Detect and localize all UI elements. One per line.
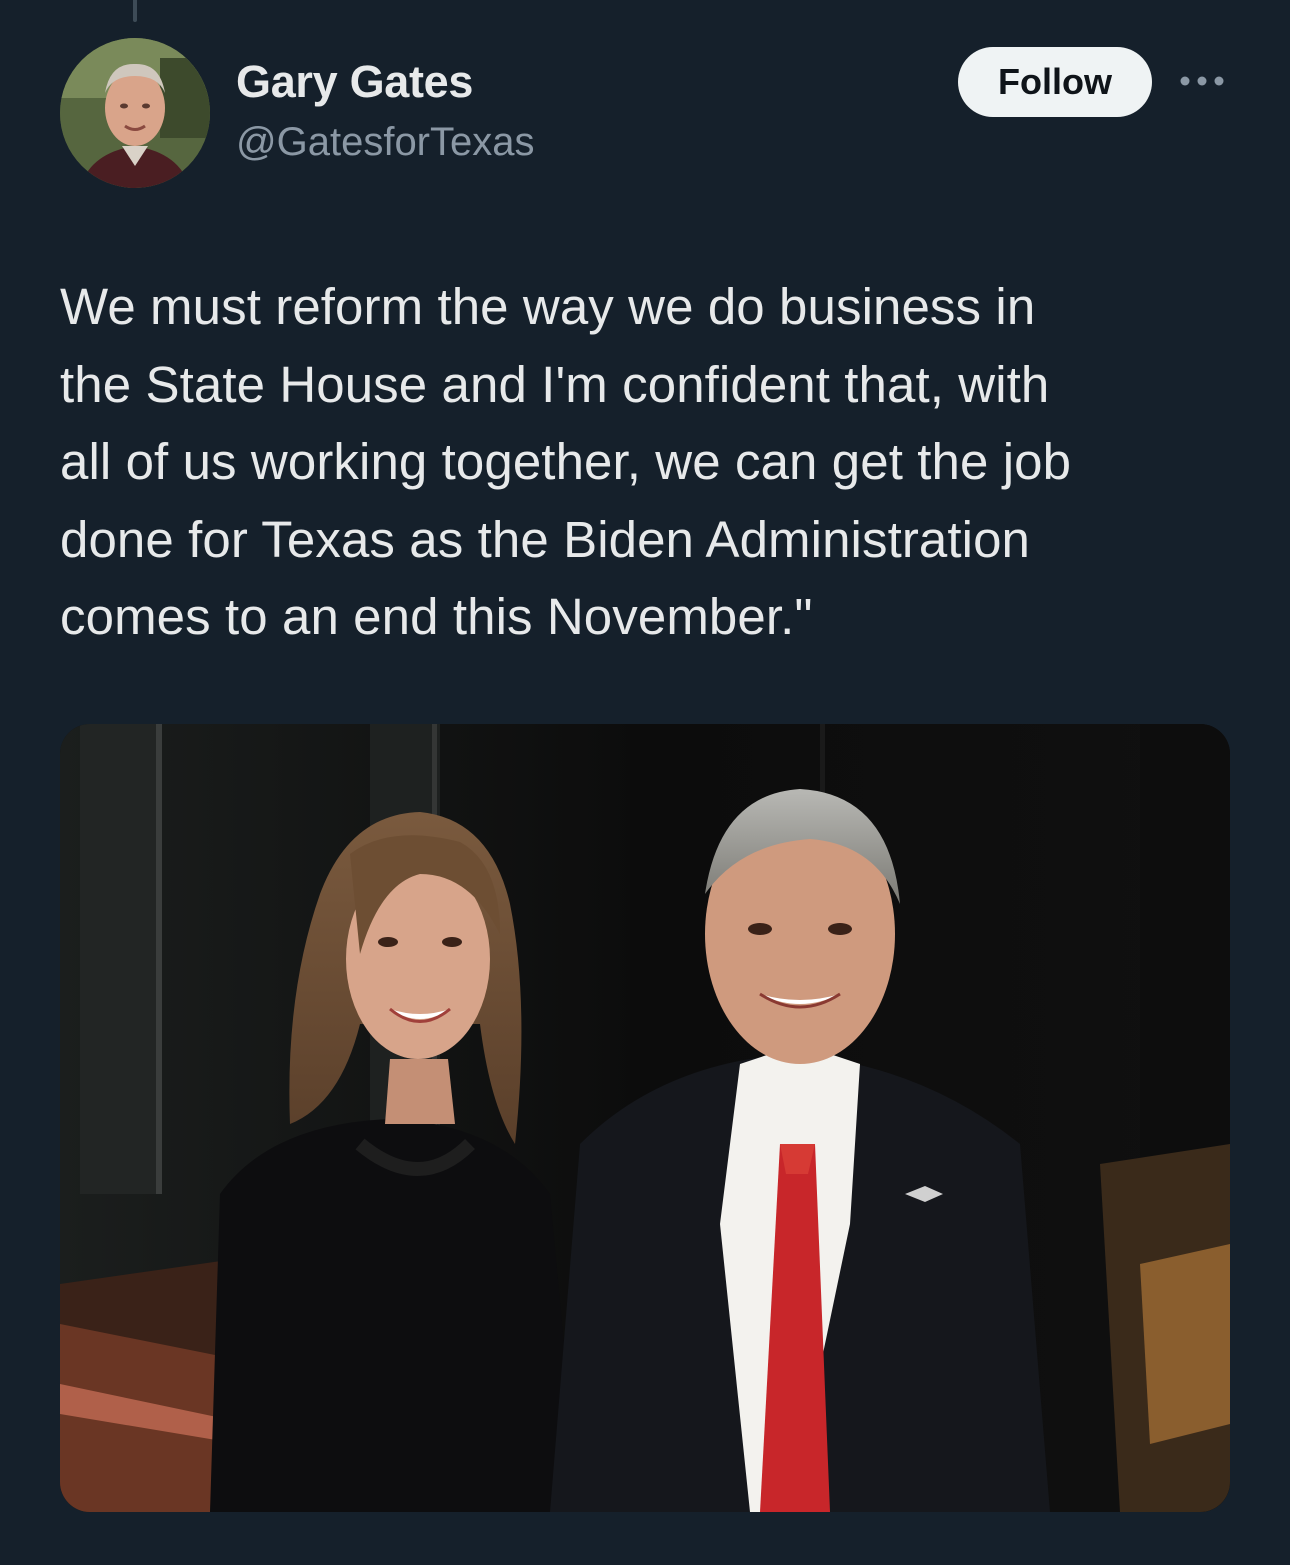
author-block[interactable]: Gary Gates @GatesforTexas	[236, 52, 535, 168]
photo-image	[60, 724, 1230, 1512]
avatar-photo	[60, 38, 210, 188]
thread-connector-line	[133, 0, 137, 22]
more-horizontal-icon	[1180, 76, 1224, 86]
avatar[interactable]	[60, 38, 210, 188]
more-options-button[interactable]	[1176, 66, 1228, 96]
follow-button[interactable]: Follow	[958, 47, 1152, 117]
tweet-text: We must reform the way we do business in…	[60, 278, 1072, 645]
author-display-name[interactable]: Gary Gates	[236, 52, 535, 112]
tweet-media-photo[interactable]	[60, 724, 1230, 1512]
author-handle[interactable]: @GatesforTexas	[236, 116, 535, 168]
